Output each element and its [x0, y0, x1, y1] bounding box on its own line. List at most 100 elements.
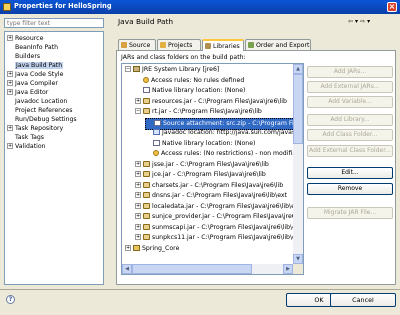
library-tree-label: Native library location: (None) [162, 139, 256, 147]
filter-input[interactable] [5, 19, 103, 27]
help-icon[interactable]: ? [6, 295, 15, 304]
page-title: Java Build Path [118, 17, 174, 26]
library-tree-row[interactable]: + jsse.jar - C:\Program Files\Java\jre6\l… [135, 160, 269, 170]
javadoc-icon [153, 129, 160, 135]
cancel-button[interactable]: Cancel [330, 293, 396, 307]
tree-item-java-build-path[interactable]: Java Build Path [7, 61, 64, 70]
forward-arrow-icon[interactable]: ⇨ [360, 17, 365, 26]
library-tree-row[interactable]: + Spring_Core [125, 244, 179, 254]
jar-icon [143, 202, 150, 209]
scroll-right-button[interactable]: ▶ [283, 264, 293, 274]
expand-toggle-icon[interactable]: + [135, 97, 141, 104]
tab-source[interactable]: Source [118, 39, 156, 50]
library-tree-row[interactable]: Javadoc location: http://java.sun.com/ja… [145, 128, 299, 138]
library-tree-row[interactable]: + sunjce_provider.jar - C:\Program Files\… [135, 212, 303, 222]
scroll-up-button[interactable]: ▲ [293, 64, 303, 74]
scroll-left-button[interactable]: ◀ [122, 264, 132, 274]
expand-toggle-icon[interactable]: − [135, 108, 141, 114]
remove-button[interactable]: Remove [307, 183, 393, 195]
tree-item-java-editor[interactable]: + Java Editor [7, 88, 48, 97]
expand-toggle-icon[interactable]: − [125, 66, 131, 72]
expand-toggle-icon[interactable]: + [135, 202, 141, 209]
expand-toggle-icon[interactable]: + [7, 35, 13, 41]
source-tab-icon [121, 42, 127, 48]
expand-toggle-icon[interactable]: + [7, 71, 13, 77]
expand-toggle-icon[interactable]: + [135, 181, 141, 188]
tree-item-label: Project References [15, 107, 73, 114]
add-class-folder-button[interactable]: Add Class Folder... [307, 129, 393, 141]
expand-toggle-icon[interactable]: + [135, 160, 141, 167]
libraries-tab-icon [205, 43, 211, 49]
doc-icon [154, 119, 161, 126]
library-tree-row[interactable]: + jce.jar - C:\Program Files\Java\jre6\li… [135, 170, 266, 180]
horizontal-scrollbar[interactable]: ◀ ▶ [122, 264, 293, 274]
edit-button[interactable]: Edit... [307, 167, 393, 179]
migrate-jar-file-button[interactable]: Migrate JAR File... [307, 207, 393, 219]
library-tree-row[interactable]: + sunpkcs11.jar - C:\Program Files\Java\j… [135, 233, 302, 243]
library-tree-row[interactable]: + dnsns.jar - C:\Program Files\Java\jre6\… [135, 191, 287, 201]
tab-projects[interactable]: Projects [157, 39, 201, 50]
add-external-class-folder-button[interactable]: Add External Class Folder... [307, 145, 393, 157]
tab-label: Projects [168, 42, 193, 49]
library-tree-row[interactable]: + charsets.jar - C:\Program Files\Java\jr… [135, 181, 283, 191]
tree-item-validation[interactable]: + Validation [7, 142, 46, 151]
add-jars-button[interactable]: Add JARs... [307, 66, 393, 78]
expand-toggle-icon[interactable]: + [135, 213, 141, 219]
vertical-scroll-thumb[interactable] [293, 74, 303, 144]
back-arrow-icon[interactable]: ⇦ [348, 17, 353, 26]
library-tree-row[interactable]: + localedata.jar - C:\Program Files\Java\… [135, 202, 301, 212]
filter-field[interactable] [4, 18, 104, 28]
library-tree-label: sunmscapi.jar - C:\Program Files\Java\jr… [152, 223, 302, 231]
library-tree-row[interactable]: − JRE System Library [jre6] [125, 65, 219, 75]
jar-icon [143, 181, 150, 188]
tree-item-java-compiler[interactable]: + Java Compiler [7, 79, 58, 88]
tree-item-beaninfo-path[interactable]: BeanInfo Path [7, 43, 58, 52]
expand-toggle-icon[interactable]: + [135, 223, 141, 230]
tree-item-run-debug-settings[interactable]: Run/Debug Settings [7, 115, 77, 124]
projects-tab-icon [160, 42, 166, 48]
expand-toggle-icon[interactable]: + [7, 143, 13, 149]
tab-libraries[interactable]: Libraries [202, 39, 244, 51]
jar-icon [143, 171, 150, 177]
library-tree-label: Spring_Core [142, 244, 180, 252]
library-tree-row[interactable]: Access rules: (No restrictions) - non mo… [145, 149, 302, 159]
expand-toggle-icon[interactable]: + [7, 80, 13, 86]
library-tree-row[interactable]: Access rules: No rules defined [135, 76, 244, 86]
back-menu-icon[interactable]: ▾ [355, 17, 358, 26]
add-library-button[interactable]: Add Library... [307, 114, 393, 126]
library-tree-row[interactable]: Native library location: (None) [135, 86, 245, 96]
scroll-down-button[interactable]: ▼ [293, 254, 303, 264]
expand-toggle-icon[interactable]: + [135, 171, 141, 177]
tree-item-javadoc-location[interactable]: Javadoc Location [7, 97, 67, 106]
library-tree-label: Native library location: (None) [152, 87, 246, 94]
add-variable-button[interactable]: Add Variable... [307, 96, 393, 108]
forward-menu-icon[interactable]: ▾ [367, 17, 370, 26]
close-button[interactable]: × [387, 2, 397, 12]
library-tree-row[interactable]: + resources.jar - C:\Program Files\Java\j… [135, 97, 287, 107]
tree-item-java-code-style[interactable]: + Java Code Style [7, 70, 63, 79]
library-tree-row[interactable]: + sunmscapi.jar - C:\Program Files\Java\j… [135, 223, 302, 233]
add-external-jars-button[interactable]: Add External JARs... [307, 81, 393, 93]
expand-toggle-icon[interactable]: + [125, 244, 131, 251]
expand-toggle-icon[interactable]: + [7, 89, 13, 95]
library-tree-row[interactable]: − rt.jar - C:\Program Files\Java\jre6\lib [135, 107, 262, 117]
tree-item-label: Java Editor [15, 89, 49, 96]
tree-item-task-repository[interactable]: + Task Repository [7, 124, 63, 133]
expand-toggle-icon[interactable]: + [135, 192, 141, 198]
expand-toggle-icon[interactable]: + [135, 234, 141, 240]
tab-order-and-export[interactable]: Order and Export [245, 39, 311, 50]
horizontal-scroll-thumb[interactable] [132, 264, 252, 274]
tree-item-resource[interactable]: + Resource [7, 34, 43, 43]
tree-item-task-tags[interactable]: Task Tags [7, 133, 44, 142]
expand-toggle-icon[interactable]: + [7, 125, 13, 131]
library-tree-row[interactable]: Native library location: (None) [145, 139, 255, 149]
tree-item-project-references[interactable]: Project References [7, 106, 73, 115]
vertical-scrollbar[interactable]: ▲ ▼ [293, 64, 303, 264]
tree-item-builders[interactable]: Builders [7, 52, 40, 61]
key-icon [153, 150, 159, 156]
properties-window-icon [3, 3, 11, 11]
